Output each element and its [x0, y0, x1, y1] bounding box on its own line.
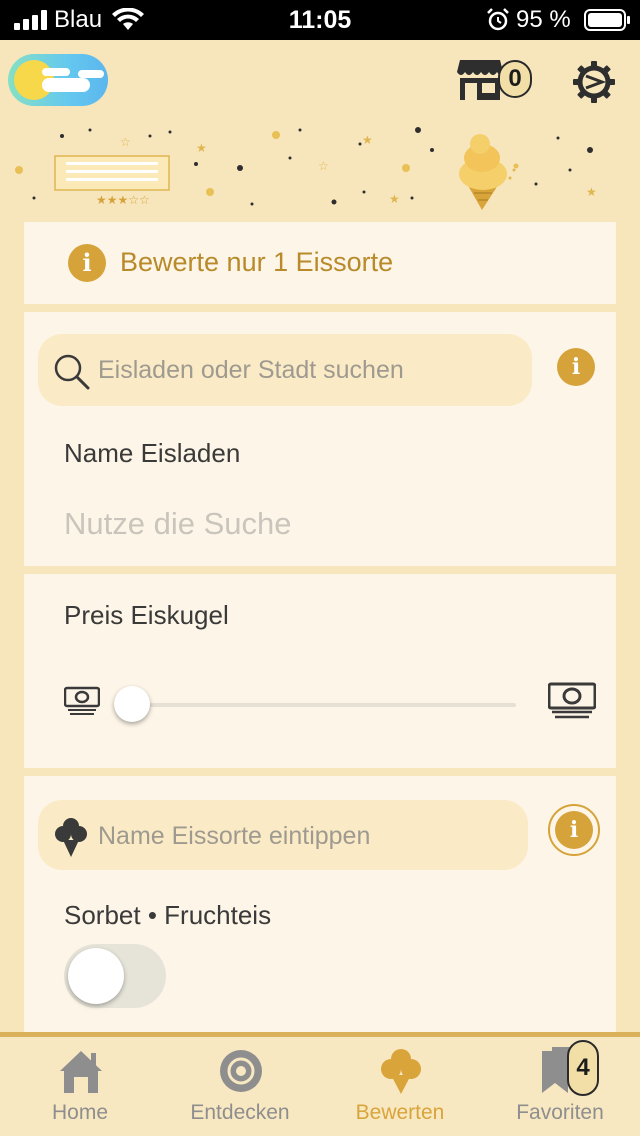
cloud-icon: [42, 68, 70, 76]
flavor-name-input[interactable]: [98, 818, 518, 854]
cloud-icon: [78, 70, 104, 78]
rating-card-illustration: ★★★☆☆: [54, 155, 170, 207]
alarm-icon: [487, 8, 509, 31]
tab-bar: Home Entdecken Bewerten Favoriten: [0, 1032, 640, 1136]
sorbet-toggle[interactable]: [64, 944, 166, 1008]
tab-entdecken-label: Entdecken: [190, 1101, 290, 1124]
tab-home-label: Home: [51, 1101, 109, 1124]
tab-favoriten-label: Favoriten: [516, 1101, 604, 1124]
shop-count-badge: 0: [498, 60, 532, 98]
tab-home[interactable]: Home: [0, 1037, 160, 1136]
tab-bewerten-label: Bewerten: [355, 1101, 445, 1124]
sorbet-label: Sorbet • Fruchteis: [64, 900, 272, 930]
money-high-icon: [548, 682, 596, 719]
flavor-name-field[interactable]: [38, 800, 528, 870]
hint-text: Bewerte nur 1 Eissorte: [120, 247, 394, 277]
shop-name-label: Name Eisladen: [64, 438, 241, 468]
cloud-icon: [42, 78, 90, 92]
svg-text:★: ★: [196, 141, 207, 155]
tab-favoriten[interactable]: Favoriten: [480, 1037, 640, 1136]
svg-text:☆: ☆: [120, 135, 131, 149]
search-info-button[interactable]: i: [557, 348, 595, 386]
price-card: Preis Eiskugel: [24, 574, 616, 768]
battery-icon: [584, 9, 630, 31]
money-low-icon: [64, 686, 100, 715]
header-decoration: ★★★☆☆ ☆ ★ ☆ ★ ★ ★: [15, 127, 597, 210]
svg-text:★: ★: [362, 133, 373, 147]
target-icon: [220, 1050, 262, 1092]
weather-toggle[interactable]: [8, 54, 108, 106]
shop-search-card: i Name Eisladen Nutze die Suche: [24, 312, 616, 566]
price-slider-track[interactable]: [132, 703, 516, 707]
price-label: Preis Eiskugel: [64, 600, 229, 630]
shop-name-placeholder: Nutze die Suche: [64, 506, 292, 541]
shop-search-input[interactable]: [98, 352, 518, 388]
svg-text:☆: ☆: [318, 159, 329, 173]
svg-text:★: ★: [586, 185, 597, 199]
price-slider-thumb[interactable]: [114, 686, 150, 722]
flavor-info-button[interactable]: i: [548, 804, 600, 856]
app-header: 0 ★★★☆☆ ☆ ★ ☆ ★ ★ ★: [0, 40, 640, 222]
ice-cream-cone-illustration: [459, 134, 516, 210]
favorites-count-badge: 4: [567, 1040, 599, 1096]
flavor-card: i Sorbet • Fruchteis: [24, 776, 616, 1032]
ice-cream-icon: [55, 818, 87, 857]
search-icon: [54, 354, 90, 390]
shop-icon[interactable]: [456, 56, 504, 102]
battery-percent: 95 %: [516, 6, 571, 33]
toggle-knob: [68, 948, 124, 1004]
status-bar: Blau 11:05 95 %: [0, 0, 640, 40]
gear-icon[interactable]: [572, 60, 616, 104]
house-icon: [60, 1051, 102, 1093]
tab-entdecken[interactable]: Entdecken: [160, 1037, 320, 1136]
info-icon: i: [68, 244, 106, 282]
ice-cream-icon: [381, 1049, 421, 1094]
svg-text:★★★☆☆: ★★★☆☆: [96, 193, 150, 207]
hint-card: i Bewerte nur 1 Eissorte: [24, 222, 616, 304]
tab-bewerten[interactable]: Bewerten: [320, 1037, 480, 1136]
shop-search-field[interactable]: [38, 334, 532, 406]
info-icon: i: [555, 811, 593, 849]
svg-text:★: ★: [389, 192, 400, 206]
